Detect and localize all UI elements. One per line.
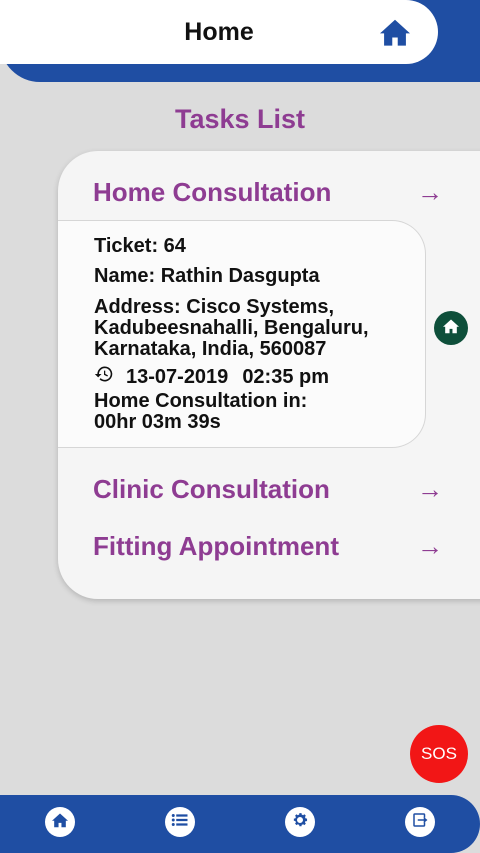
task-label: Home Consultation <box>93 176 332 207</box>
task-label: Fitting Appointment <box>93 530 339 561</box>
countdown-value: 00hr 03m 39s <box>94 411 221 433</box>
home-icon[interactable] <box>375 14 415 50</box>
page-title: Home <box>184 17 254 46</box>
settings-icon <box>291 811 309 834</box>
home-icon <box>51 812 69 833</box>
task-fitting-appointment[interactable]: Fitting Appointment → <box>93 526 453 566</box>
nav-settings-button[interactable] <box>285 807 315 837</box>
tasks-list-title: Tasks List <box>174 104 306 134</box>
nav-logout-button[interactable] <box>405 807 435 837</box>
sos-button[interactable]: SOS <box>410 725 468 783</box>
address-line-3: Karnataka, India, 560087 <box>94 338 327 360</box>
appointment-time: 02:35 pm <box>242 365 330 388</box>
arrow-right-icon[interactable]: → <box>417 474 443 505</box>
arrow-right-icon[interactable]: → <box>417 531 443 562</box>
appointment-datetime: 13-07-2019 02:35 pm <box>94 364 329 390</box>
ticket-number: Ticket: 64 <box>94 235 186 257</box>
logout-icon <box>411 811 429 834</box>
nav-list-button[interactable] <box>165 807 195 837</box>
task-label: Clinic Consultation <box>93 473 330 504</box>
address-line-2: Kadubeesnahalli, Bengaluru, <box>94 317 369 339</box>
appointment-date: 13-07-2019 <box>126 365 229 388</box>
home-icon <box>442 318 460 339</box>
history-icon <box>94 364 114 390</box>
list-icon <box>171 812 189 833</box>
patient-name: Name: Rathin Dasgupta <box>94 265 320 287</box>
arrow-right-icon[interactable]: → <box>417 177 443 208</box>
task-home-consultation[interactable]: Home Consultation → <box>93 172 453 212</box>
countdown-label: Home Consultation in: <box>94 390 308 412</box>
home-visit-button[interactable] <box>434 311 468 345</box>
task-clinic-consultation[interactable]: Clinic Consultation → <box>93 469 453 509</box>
nav-home-button[interactable] <box>45 807 75 837</box>
address-line-1: Address: Cisco Systems, <box>94 296 335 318</box>
